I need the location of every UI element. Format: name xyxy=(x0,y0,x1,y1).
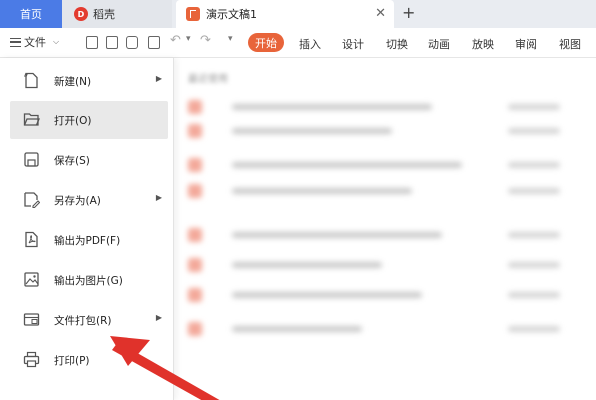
menu-item-export-image[interactable]: 输出为图片(G) xyxy=(10,261,168,299)
tab-document-label: 演示文稿1 xyxy=(206,8,257,21)
submenu-arrow-icon: ▶ xyxy=(155,193,162,202)
menu-item-open-label: 打开(O) xyxy=(54,115,92,127)
menu-item-save-label: 保存(S) xyxy=(54,155,90,167)
quick-access-dropdown-icon[interactable]: ▾ xyxy=(228,34,233,44)
recent-file-row[interactable] xyxy=(188,182,588,202)
chevron-down-icon: ⌵ xyxy=(53,37,60,46)
tab-daoke[interactable]: D 稻壳 xyxy=(62,0,172,28)
tab-document[interactable]: 演示文稿1 ✕ xyxy=(176,0,394,28)
print-icon xyxy=(23,351,40,368)
recent-file-row[interactable] xyxy=(188,226,588,246)
file-menu-label: 文件 xyxy=(24,36,46,49)
undo-dropdown-icon[interactable]: ▾ xyxy=(186,34,191,44)
recent-file-row[interactable] xyxy=(188,256,588,276)
recent-file-row[interactable] xyxy=(188,320,588,340)
ribbon-tab-start-label: 开始 xyxy=(255,36,277,50)
ribbon-tab-slideshow[interactable]: 放映 xyxy=(472,36,494,52)
tab-home-label: 首页 xyxy=(20,8,42,21)
ribbon-tab-transition[interactable]: 切换 xyxy=(386,36,408,52)
ribbon-tab-animation[interactable]: 动画 xyxy=(428,36,450,52)
image-export-icon xyxy=(24,272,39,287)
file-menu-button[interactable]: 文件 ⌵ xyxy=(10,34,59,50)
submenu-arrow-icon: ▶ xyxy=(155,74,162,83)
redo-icon[interactable]: ↷ xyxy=(200,33,211,48)
tab-home[interactable]: 首页 xyxy=(0,0,62,28)
folder-open-icon xyxy=(23,113,40,126)
presentation-icon xyxy=(186,7,200,21)
recent-file-row[interactable] xyxy=(188,156,588,176)
menu-item-export-pdf[interactable]: 输出为PDF(F) xyxy=(10,221,168,259)
menu-item-open[interactable]: 打开(O) xyxy=(10,101,168,139)
recent-files-heading: 最近使用 xyxy=(188,74,228,85)
print-quick-icon[interactable] xyxy=(126,36,138,49)
ribbon-tab-review[interactable]: 审阅 xyxy=(515,36,537,52)
menu-item-save-as-label: 另存为(A) xyxy=(54,195,101,207)
menu-item-new-label: 新建(N) xyxy=(54,76,92,88)
daoke-logo-icon: D xyxy=(74,7,88,21)
ribbon-tab-insert[interactable]: 插入 xyxy=(299,36,321,52)
save-quick-icon[interactable] xyxy=(86,36,98,49)
preview-quick-icon[interactable] xyxy=(148,36,160,49)
close-icon[interactable]: ✕ xyxy=(375,6,386,21)
recent-file-row[interactable] xyxy=(188,286,588,306)
menu-item-save[interactable]: 保存(S) xyxy=(10,141,168,179)
menu-item-print-label: 打印(P) xyxy=(54,355,90,367)
hamburger-icon xyxy=(10,37,21,47)
title-tab-bar: 首页 D 稻壳 演示文稿1 ✕ + xyxy=(0,0,596,28)
package-icon xyxy=(23,313,40,326)
new-file-icon xyxy=(24,72,38,89)
menu-item-save-as[interactable]: 另存为(A) ▶ xyxy=(10,181,168,219)
recent-file-row[interactable] xyxy=(188,98,588,118)
tab-daoke-label: 稻壳 xyxy=(93,8,115,21)
menu-item-export-image-label: 输出为图片(G) xyxy=(54,275,123,287)
ribbon-tab-design[interactable]: 设计 xyxy=(342,36,364,52)
menu-item-new[interactable]: 新建(N) ▶ xyxy=(10,62,168,100)
ribbon-tab-view[interactable]: 视图 xyxy=(559,36,581,52)
export-quick-icon[interactable] xyxy=(106,36,118,49)
pdf-export-icon xyxy=(25,231,38,248)
save-icon xyxy=(24,152,39,167)
annotation-arrow-icon xyxy=(110,336,220,400)
toolbar: 文件 ⌵ ↶ ▾ ↷ ▾ 开始 插入 设计 切换 动画 放映 审阅 视图 xyxy=(0,28,596,58)
new-tab-button[interactable]: + xyxy=(402,3,415,22)
recent-file-row[interactable] xyxy=(188,122,588,142)
menu-item-export-pdf-label: 输出为PDF(F) xyxy=(54,235,121,247)
ribbon-tab-start[interactable]: 开始 xyxy=(248,33,284,52)
save-as-icon xyxy=(24,192,40,208)
undo-icon[interactable]: ↶ xyxy=(170,33,181,48)
